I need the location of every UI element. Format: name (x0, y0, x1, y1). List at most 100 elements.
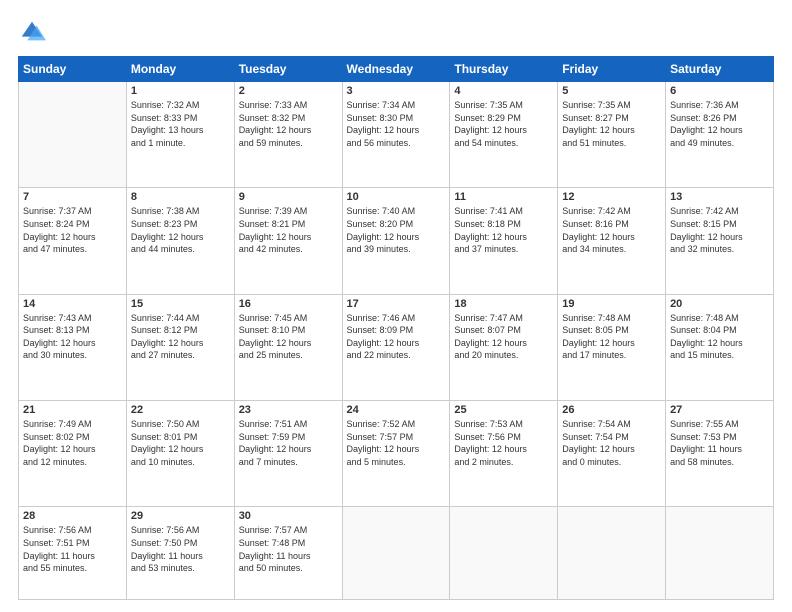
day-info: Sunrise: 7:47 AM Sunset: 8:07 PM Dayligh… (454, 312, 553, 362)
calendar-cell (666, 507, 774, 600)
calendar-week-row: 21 Sunrise: 7:49 AM Sunset: 8:02 PM Dayli… (19, 401, 774, 507)
day-number: 25 (454, 404, 553, 416)
day-number: 21 (23, 404, 122, 416)
day-number: 16 (239, 298, 338, 310)
calendar-cell: 30Sunrise: 7:57 AM Sunset: 7:48 PM Dayli… (234, 507, 342, 600)
day-info: Sunrise: 7:34 AM Sunset: 8:30 PM Dayligh… (347, 99, 446, 149)
calendar-cell: 4 Sunrise: 7:35 AM Sunset: 8:29 PM Daylig… (450, 82, 558, 188)
day-number: 29 (131, 510, 230, 522)
day-number: 3 (347, 85, 446, 97)
day-number: 14 (23, 298, 122, 310)
day-number: 22 (131, 404, 230, 416)
calendar-cell: 13 Sunrise: 7:42 AM Sunset: 8:15 PM Dayli… (666, 188, 774, 294)
day-number: 11 (454, 191, 553, 203)
day-info: Sunrise: 7:53 AM Sunset: 7:56 PM Dayligh… (454, 418, 553, 468)
calendar-cell: 3 Sunrise: 7:34 AM Sunset: 8:30 PM Daylig… (342, 82, 450, 188)
day-number: 27 (670, 404, 769, 416)
day-info: Sunrise: 7:42 AM Sunset: 8:16 PM Dayligh… (562, 205, 661, 255)
calendar-cell: 2 Sunrise: 7:33 AM Sunset: 8:32 PM Daylig… (234, 82, 342, 188)
calendar-cell: 22 Sunrise: 7:50 AM Sunset: 8:01 PM Dayli… (126, 401, 234, 507)
calendar-cell: 26 Sunrise: 7:54 AM Sunset: 7:54 PM Dayli… (558, 401, 666, 507)
logo (18, 18, 50, 46)
calendar-cell: 25 Sunrise: 7:53 AM Sunset: 7:56 PM Dayli… (450, 401, 558, 507)
day-info: Sunrise: 7:49 AM Sunset: 8:02 PM Dayligh… (23, 418, 122, 468)
day-info: Sunrise: 7:54 AM Sunset: 7:54 PM Dayligh… (562, 418, 661, 468)
day-info: Sunrise: 7:41 AM Sunset: 8:18 PM Dayligh… (454, 205, 553, 255)
day-number: 5 (562, 85, 661, 97)
weekday-header-saturday: Saturday (666, 57, 774, 82)
day-info: Sunrise: 7:33 AM Sunset: 8:32 PM Dayligh… (239, 99, 338, 149)
day-number: 17 (347, 298, 446, 310)
weekday-header-monday: Monday (126, 57, 234, 82)
day-info: Sunrise: 7:48 AM Sunset: 8:05 PM Dayligh… (562, 312, 661, 362)
day-number: 15 (131, 298, 230, 310)
day-info: Sunrise: 7:48 AM Sunset: 8:04 PM Dayligh… (670, 312, 769, 362)
calendar-week-row: 14 Sunrise: 7:43 AM Sunset: 8:13 PM Dayli… (19, 294, 774, 400)
calendar-week-row: 28Sunrise: 7:56 AM Sunset: 7:51 PM Dayli… (19, 507, 774, 600)
calendar-cell: 20 Sunrise: 7:48 AM Sunset: 8:04 PM Dayli… (666, 294, 774, 400)
day-number: 13 (670, 191, 769, 203)
day-number: 24 (347, 404, 446, 416)
calendar-cell: 6Sunrise: 7:36 AM Sunset: 8:26 PM Daylig… (666, 82, 774, 188)
day-info: Sunrise: 7:56 AM Sunset: 7:51 PM Dayligh… (23, 524, 122, 574)
calendar-cell: 28Sunrise: 7:56 AM Sunset: 7:51 PM Dayli… (19, 507, 127, 600)
calendar-cell: 9 Sunrise: 7:39 AM Sunset: 8:21 PM Daylig… (234, 188, 342, 294)
day-info: Sunrise: 7:43 AM Sunset: 8:13 PM Dayligh… (23, 312, 122, 362)
calendar-cell (19, 82, 127, 188)
day-number: 23 (239, 404, 338, 416)
day-number: 7 (23, 191, 122, 203)
calendar-cell: 23 Sunrise: 7:51 AM Sunset: 7:59 PM Dayli… (234, 401, 342, 507)
day-number: 9 (239, 191, 338, 203)
calendar-cell: 1 Sunrise: 7:32 AM Sunset: 8:33 PM Daylig… (126, 82, 234, 188)
day-info: Sunrise: 7:55 AM Sunset: 7:53 PM Dayligh… (670, 418, 769, 468)
day-info: Sunrise: 7:40 AM Sunset: 8:20 PM Dayligh… (347, 205, 446, 255)
calendar-cell: 21 Sunrise: 7:49 AM Sunset: 8:02 PM Dayli… (19, 401, 127, 507)
calendar-cell: 5 Sunrise: 7:35 AM Sunset: 8:27 PM Daylig… (558, 82, 666, 188)
calendar-cell: 11 Sunrise: 7:41 AM Sunset: 8:18 PM Dayli… (450, 188, 558, 294)
day-number: 18 (454, 298, 553, 310)
calendar-cell: 16 Sunrise: 7:45 AM Sunset: 8:10 PM Dayli… (234, 294, 342, 400)
day-info: Sunrise: 7:35 AM Sunset: 8:27 PM Dayligh… (562, 99, 661, 149)
day-info: Sunrise: 7:32 AM Sunset: 8:33 PM Dayligh… (131, 99, 230, 149)
day-number: 26 (562, 404, 661, 416)
day-info: Sunrise: 7:57 AM Sunset: 7:48 PM Dayligh… (239, 524, 338, 574)
calendar-cell: 29 Sunrise: 7:56 AM Sunset: 7:50 PM Dayli… (126, 507, 234, 600)
day-info: Sunrise: 7:39 AM Sunset: 8:21 PM Dayligh… (239, 205, 338, 255)
calendar-cell: 12 Sunrise: 7:42 AM Sunset: 8:16 PM Dayli… (558, 188, 666, 294)
weekday-header-thursday: Thursday (450, 57, 558, 82)
day-info: Sunrise: 7:50 AM Sunset: 8:01 PM Dayligh… (131, 418, 230, 468)
logo-icon (18, 18, 46, 46)
day-number: 4 (454, 85, 553, 97)
day-info: Sunrise: 7:38 AM Sunset: 8:23 PM Dayligh… (131, 205, 230, 255)
header (18, 18, 774, 46)
calendar-cell (450, 507, 558, 600)
day-info: Sunrise: 7:52 AM Sunset: 7:57 PM Dayligh… (347, 418, 446, 468)
day-info: Sunrise: 7:37 AM Sunset: 8:24 PM Dayligh… (23, 205, 122, 255)
day-number: 20 (670, 298, 769, 310)
day-number: 12 (562, 191, 661, 203)
day-info: Sunrise: 7:46 AM Sunset: 8:09 PM Dayligh… (347, 312, 446, 362)
weekday-header-wednesday: Wednesday (342, 57, 450, 82)
day-info: Sunrise: 7:56 AM Sunset: 7:50 PM Dayligh… (131, 524, 230, 574)
day-info: Sunrise: 7:42 AM Sunset: 8:15 PM Dayligh… (670, 205, 769, 255)
calendar-cell: 15 Sunrise: 7:44 AM Sunset: 8:12 PM Dayli… (126, 294, 234, 400)
day-info: Sunrise: 7:45 AM Sunset: 8:10 PM Dayligh… (239, 312, 338, 362)
calendar-week-row: 7 Sunrise: 7:37 AM Sunset: 8:24 PM Daylig… (19, 188, 774, 294)
calendar-cell: 8 Sunrise: 7:38 AM Sunset: 8:23 PM Daylig… (126, 188, 234, 294)
calendar-week-row: 1 Sunrise: 7:32 AM Sunset: 8:33 PM Daylig… (19, 82, 774, 188)
day-number: 2 (239, 85, 338, 97)
day-info: Sunrise: 7:35 AM Sunset: 8:29 PM Dayligh… (454, 99, 553, 149)
calendar-cell: 17 Sunrise: 7:46 AM Sunset: 8:09 PM Dayli… (342, 294, 450, 400)
calendar-table: SundayMondayTuesdayWednesdayThursdayFrid… (18, 56, 774, 600)
calendar-cell: 7 Sunrise: 7:37 AM Sunset: 8:24 PM Daylig… (19, 188, 127, 294)
day-info: Sunrise: 7:51 AM Sunset: 7:59 PM Dayligh… (239, 418, 338, 468)
calendar-cell (558, 507, 666, 600)
day-number: 8 (131, 191, 230, 203)
weekday-header-sunday: Sunday (19, 57, 127, 82)
day-number: 1 (131, 85, 230, 97)
day-info: Sunrise: 7:44 AM Sunset: 8:12 PM Dayligh… (131, 312, 230, 362)
calendar-cell: 14 Sunrise: 7:43 AM Sunset: 8:13 PM Dayli… (19, 294, 127, 400)
calendar-cell: 27 Sunrise: 7:55 AM Sunset: 7:53 PM Dayli… (666, 401, 774, 507)
weekday-header-tuesday: Tuesday (234, 57, 342, 82)
day-number: 6 (670, 85, 769, 97)
